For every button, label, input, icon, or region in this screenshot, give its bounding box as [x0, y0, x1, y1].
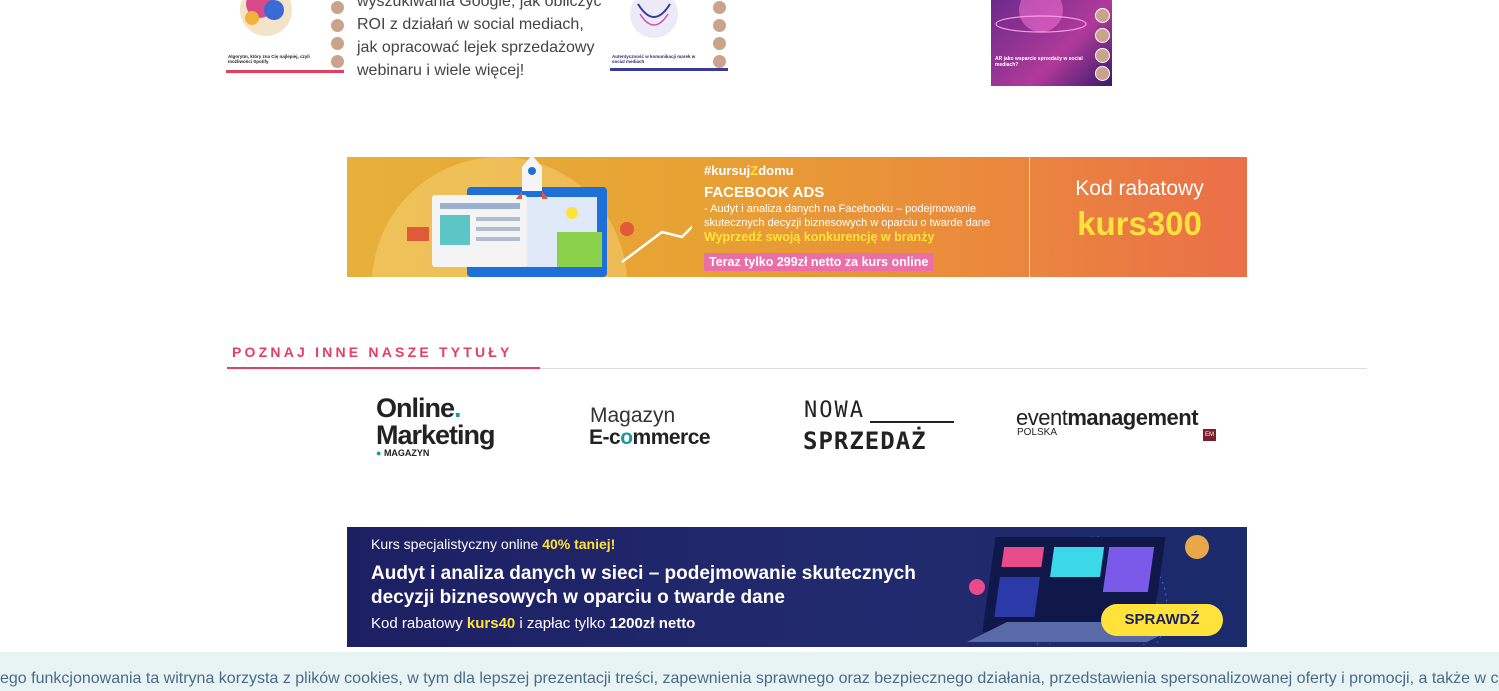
banner-heading: FACEBOOK ADS	[704, 184, 825, 201]
marketing-illustration-icon	[407, 157, 692, 277]
section-title: POZNAJ INNE NASZE TYTUŁY	[232, 344, 513, 360]
event-management-badge: EM	[1203, 429, 1216, 441]
logo-magazyn-ecommerce[interactable]: Magazyn E-commerce	[589, 404, 741, 450]
logo-online-marketing[interactable]: Online. Marketing ● MAGAZYN	[376, 393, 528, 459]
nowa-sprzedaz-line2: SPRZEDAŻ	[803, 427, 927, 455]
cookie-consent-text: ego funkcjonowania ta witryna korzysta z…	[0, 670, 1499, 687]
article-thumbnail-caption: Autentyczność w komunikacji marek w soci…	[612, 54, 696, 64]
discount-code-label: Kod rabatowy	[1075, 177, 1204, 200]
article-thumbnail-spotify[interactable]: Algorytm, który zna Cię najlepiej, czyli…	[226, 0, 344, 80]
banner-divider	[1029, 157, 1030, 277]
article-thumbnail-caption: Algorytm, który zna Cię najlepiej, czyli…	[228, 54, 310, 64]
event-management-subtitle: POLSKA	[1017, 427, 1058, 438]
section-title-underline	[227, 367, 540, 369]
magazyn-ecommerce-line1: Magazyn	[590, 404, 676, 427]
logo-event-management[interactable]: eventmanagement POLSKA EM	[1016, 405, 1218, 445]
banner-description: - Audyt i analiza danych na Facebooku – …	[704, 203, 991, 229]
article-thumbnail-authenticity[interactable]: Autentyczność w komunikacji marek w soci…	[610, 0, 728, 80]
hashtag-label: #kursujZdomu	[704, 163, 794, 178]
online-marketing-subtitle: ● MAGAZYN	[376, 448, 430, 458]
price-badge: Teraz tylko 299zł netto za kurs online	[704, 253, 934, 271]
banner-subtitle: Kurs specjalistyczny online 40% taniej!	[371, 536, 616, 552]
article-thumbnail-ar[interactable]: AR jako wsparcie sprzedaży w social medi…	[991, 0, 1112, 86]
article-snippet[interactable]: wyszukiwania Google, jak obliczyć ROI z …	[357, 0, 607, 82]
online-marketing-wordmark: Online. Marketing	[376, 393, 496, 450]
banner-highlight: Wyprzedź swoją konkurencję w branży	[704, 230, 935, 244]
facebook-ads-course-banner[interactable]: #kursujZdomu FACEBOOK ADS - Audyt i anal…	[347, 157, 1247, 277]
article-thumbnail-caption: AR jako wsparcie sprzedaży w social medi…	[995, 56, 1083, 68]
logo-nowa-sprzedaz[interactable]: NOWA SPRZEDAŻ	[803, 398, 955, 455]
nowa-sprzedaz-line1: NOWA	[804, 398, 865, 423]
banner-discount-line: Kod rabatowy kurs40 i zapłac tylko 1200z…	[371, 615, 696, 632]
audit-course-banner[interactable]: Kurs specjalistyczny online 40% taniej! …	[347, 527, 1247, 647]
discount-code: kurs300	[1077, 205, 1202, 242]
banner-title: Audyt i analiza danych w sieci – podejmo…	[371, 563, 916, 608]
online-marketing-line2: Marketing	[376, 420, 496, 450]
online-marketing-line1: Online	[376, 393, 455, 423]
check-button[interactable]: SPRAWDŹ	[1101, 604, 1223, 636]
nowa-sprzedaz-rule	[870, 421, 954, 423]
magazyn-ecommerce-line2: E-commerce	[589, 426, 711, 449]
